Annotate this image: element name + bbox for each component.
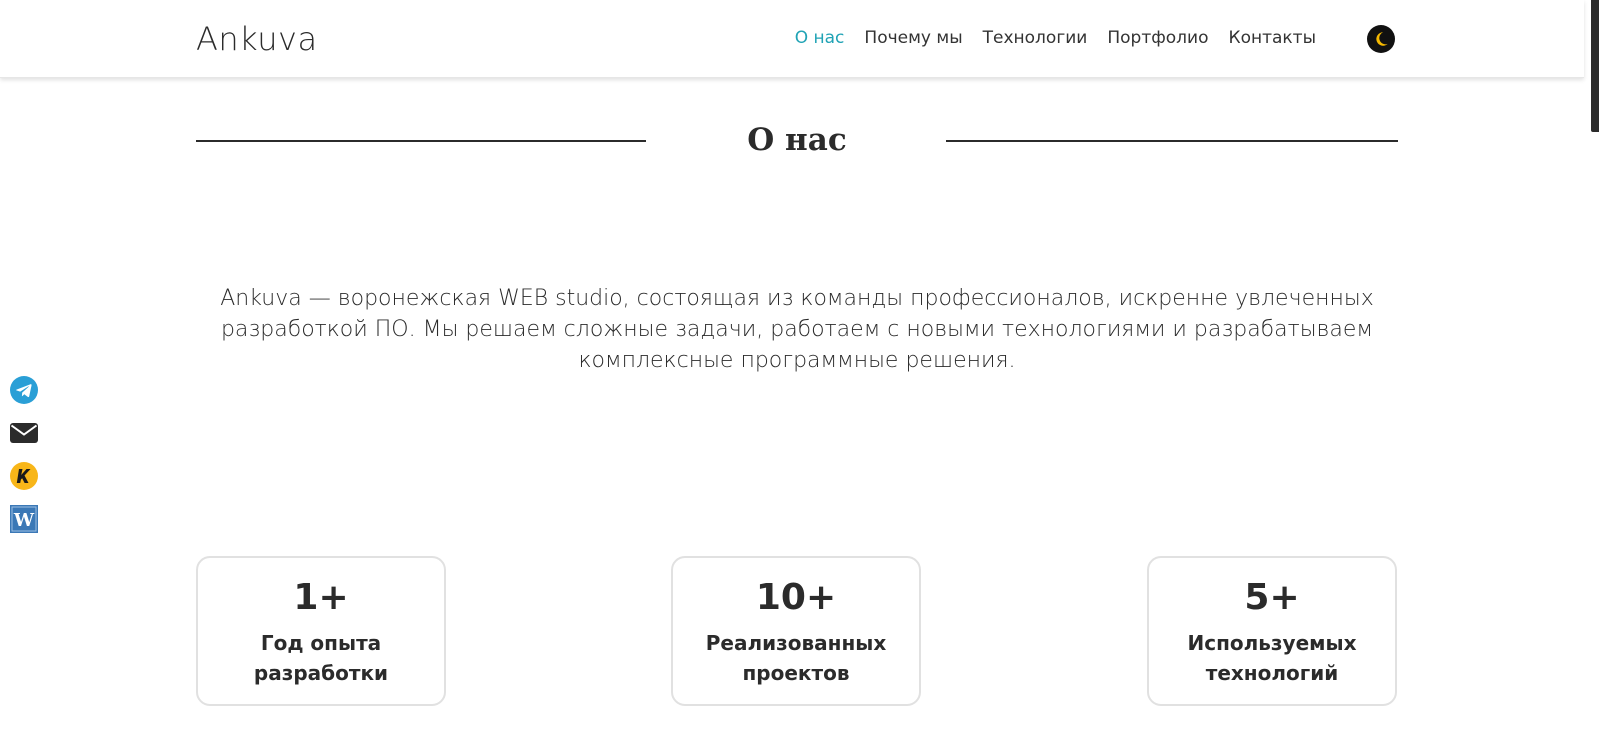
email-link[interactable] [10, 419, 38, 447]
stat-label-line: Реализованных [705, 631, 887, 655]
stat-label-line: Используемых [1187, 631, 1357, 655]
stat-value: 1+ [293, 577, 349, 618]
stat-label: Год опыта разработки [198, 628, 444, 688]
stat-label: Используемых технологий [1149, 628, 1395, 688]
nav-item-about[interactable]: О нас [795, 28, 845, 48]
page: Ankuva О нас Почему мы Технологии Портфо… [0, 0, 1599, 756]
telegram-icon [10, 376, 38, 404]
nav-item-why-us[interactable]: Почему мы [864, 28, 962, 48]
about-title-row: О нас [196, 120, 1398, 160]
telegram-link[interactable] [10, 376, 38, 404]
stat-label-line: технологий [1205, 661, 1339, 685]
nav-item-contacts[interactable]: Контакты [1229, 28, 1317, 48]
stat-label-line: разработки [253, 661, 389, 685]
kwork-icon [10, 462, 38, 490]
kwork-link[interactable] [10, 462, 38, 490]
stat-label-line: Год опыта [260, 631, 382, 655]
stat-value: 5+ [1244, 577, 1300, 618]
about-description: Ankuva — воронежская WEB studio, состоящ… [220, 286, 1374, 373]
w-link[interactable]: W [10, 505, 38, 533]
stat-value: 10+ [755, 577, 837, 618]
title-divider-right [946, 140, 1398, 142]
theme-toggle-button[interactable] [1367, 25, 1395, 53]
email-icon [10, 423, 38, 443]
nav-item-portfolio[interactable]: Портфолио [1107, 28, 1208, 48]
stat-card-technologies: 5+ Используемых технологий [1147, 556, 1397, 706]
svg-text:W: W [13, 510, 35, 531]
page-scrollbar[interactable] [1584, 0, 1599, 756]
nav-item-technologies[interactable]: Технологии [983, 28, 1088, 48]
site-header: Ankuva О нас Почему мы Технологии Портфо… [0, 0, 1584, 78]
stat-card-projects: 10+ Реализованных проектов [671, 556, 921, 706]
social-links: W [10, 376, 40, 548]
main-nav: О нас Почему мы Технологии Портфолио Кон… [775, 28, 1316, 48]
stat-card-experience: 1+ Год опыта разработки [196, 556, 446, 706]
stat-label: Реализованных проектов [673, 628, 919, 688]
moon-icon [1376, 32, 1388, 46]
site-logo[interactable]: Ankuva [196, 20, 318, 58]
w-icon: W [10, 505, 38, 533]
scrollbar-thumb[interactable] [1591, 0, 1599, 132]
stat-label-line: проектов [742, 661, 850, 685]
